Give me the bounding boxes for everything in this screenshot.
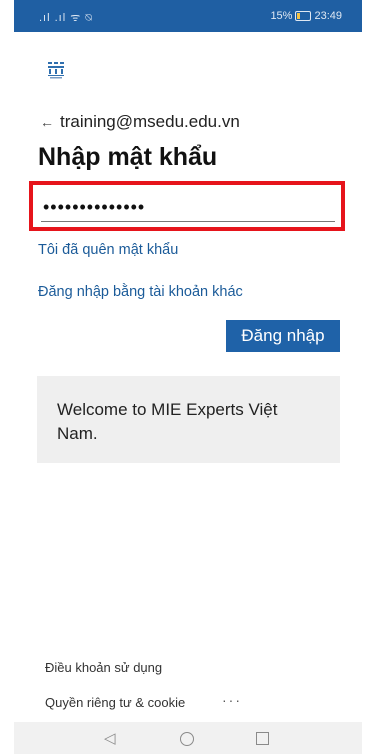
password-input[interactable] bbox=[41, 193, 335, 222]
account-row: ← training@msedu.edu.vn bbox=[40, 112, 240, 132]
android-nav-bar: ◁ bbox=[14, 722, 362, 754]
welcome-banner: Welcome to MIE Experts Việt Nam. bbox=[37, 376, 340, 463]
welcome-text: Welcome to MIE Experts Việt Nam. bbox=[57, 400, 278, 443]
battery-percent: 15% bbox=[270, 10, 293, 22]
privacy-cookies-link[interactable]: Quyền riêng tư & cookie bbox=[45, 695, 185, 710]
password-highlight-box bbox=[29, 181, 345, 231]
nav-home-icon[interactable] bbox=[180, 732, 194, 746]
battery-icon bbox=[295, 11, 312, 21]
nav-back-icon[interactable]: ◁ bbox=[104, 729, 116, 747]
more-options-icon[interactable]: ··· bbox=[222, 692, 242, 708]
sign-in-page: .ıl .ıl ᯤ ⍉ 15% 23:49 ← training@msedu.e… bbox=[14, 0, 362, 754]
back-arrow-icon[interactable]: ← bbox=[40, 114, 54, 130]
terms-of-use-link[interactable]: Điều khoản sử dụng bbox=[45, 660, 162, 675]
sign-in-button[interactable]: Đăng nhập bbox=[226, 320, 340, 352]
status-bar: .ıl .ıl ᯤ ⍉ 15% 23:49 bbox=[14, 0, 362, 32]
nav-recents-icon[interactable] bbox=[256, 732, 269, 745]
signal-wifi-icons: .ıl .ıl ᯤ ⍉ bbox=[39, 12, 93, 24]
forgot-password-link[interactable]: Tôi đã quên mật khẩu bbox=[38, 242, 178, 258]
organization-logo-icon bbox=[48, 62, 64, 79]
other-account-link[interactable]: Đăng nhập bằng tài khoản khác bbox=[38, 284, 243, 300]
account-email: training@msedu.edu.vn bbox=[60, 112, 240, 131]
clock: 23:49 bbox=[314, 10, 342, 22]
status-right: 15% 23:49 bbox=[270, 10, 342, 22]
page-title: Nhập mật khẩu bbox=[38, 143, 218, 171]
